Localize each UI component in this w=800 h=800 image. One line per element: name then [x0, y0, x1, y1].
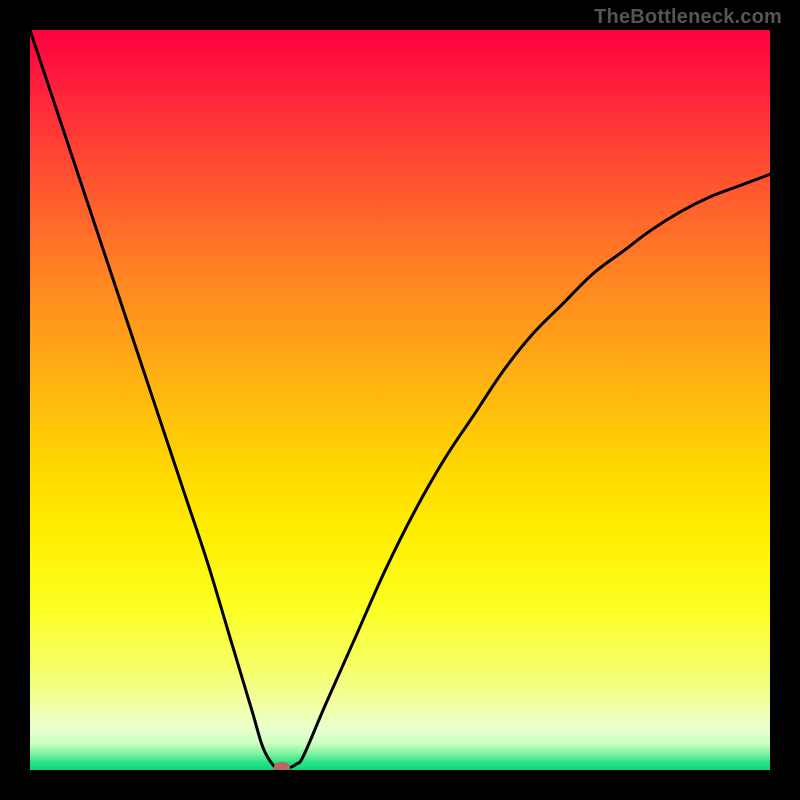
optimum-marker	[274, 762, 290, 770]
chart-frame: TheBottleneck.com	[0, 0, 800, 800]
watermark: TheBottleneck.com	[594, 6, 782, 29]
plot-area	[30, 30, 770, 770]
bottleneck-curve	[30, 30, 770, 770]
